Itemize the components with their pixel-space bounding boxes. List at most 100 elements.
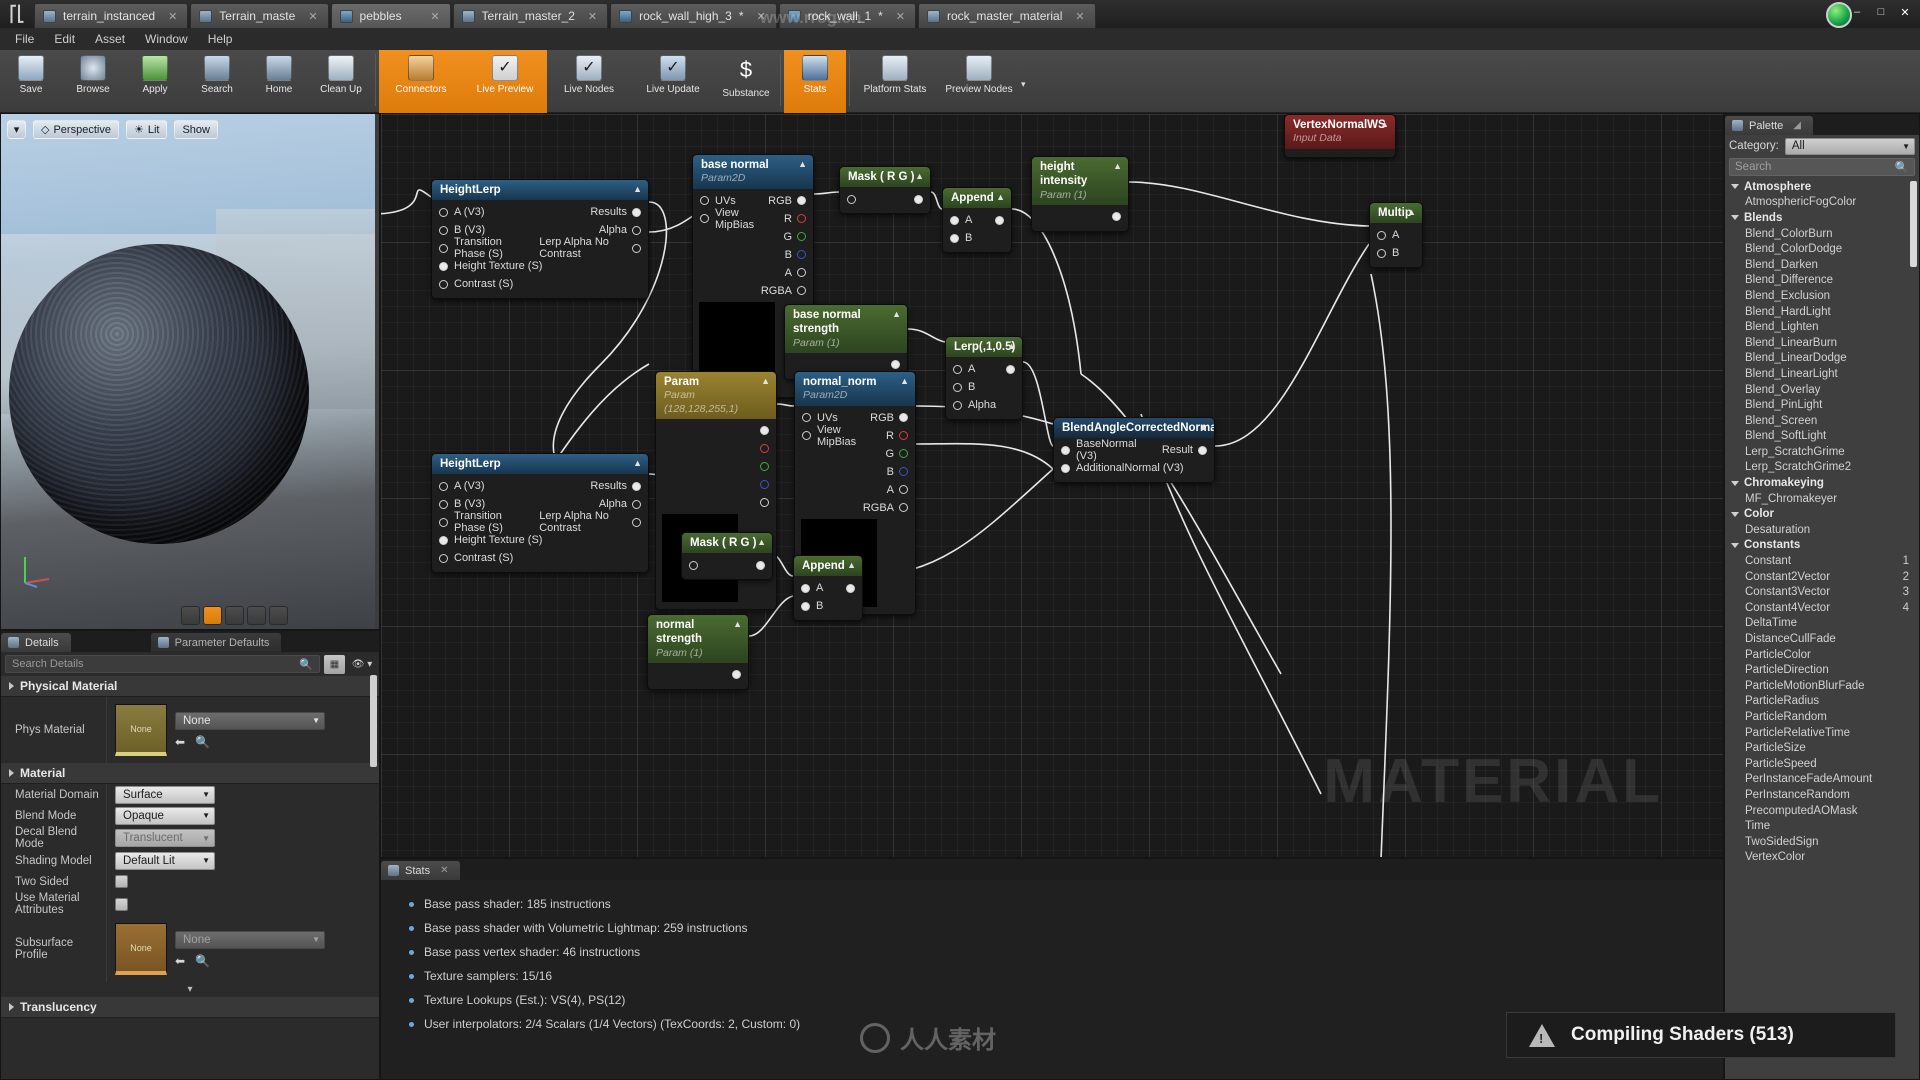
asset-tab-3[interactable]: Terrain_master_2 ✕ — [452, 3, 609, 28]
output-pin[interactable] — [891, 360, 900, 370]
input-pin[interactable] — [439, 207, 448, 217]
palette-item[interactable]: Desaturation — [1725, 522, 1919, 538]
viewport-toolbar[interactable]: ▾ ◇ Perspective ☀ Lit Show — [7, 120, 218, 139]
preview-viewport[interactable]: ▾ ◇ Perspective ☀ Lit Show — [0, 113, 380, 630]
menu-window[interactable]: Window — [136, 30, 197, 48]
output-pin[interactable] — [797, 196, 806, 205]
output-pin[interactable] — [1006, 364, 1015, 374]
output-pin[interactable] — [797, 268, 806, 277]
details-section-physical-material[interactable]: Physical Material — [1, 676, 379, 697]
node-header[interactable]: ▲ base normal Param2D — [693, 155, 813, 189]
input-pin[interactable] — [953, 400, 962, 410]
palette-item[interactable]: PerInstanceFadeAmount — [1725, 772, 1919, 788]
node-header[interactable]: ▲ Append — [794, 556, 862, 577]
toolbar-home-button[interactable]: Home — [248, 50, 310, 113]
palette-item[interactable]: TwoSidedSign — [1725, 834, 1919, 850]
input-pin[interactable] — [439, 225, 448, 235]
palette-item[interactable]: Constant4Vector 4 — [1725, 600, 1919, 616]
node-header[interactable]: ▲ Multip — [1370, 203, 1422, 224]
palette-item[interactable]: Blend_Overlay — [1725, 382, 1919, 398]
toolbar-overflow-caret-icon[interactable]: ▾ — [1021, 79, 1026, 90]
palette-item[interactable]: ParticleRadius — [1725, 694, 1919, 710]
output-pin[interactable] — [1198, 445, 1207, 455]
close-icon[interactable]: ✕ — [890, 10, 905, 23]
input-pin[interactable] — [802, 431, 811, 440]
palette-item[interactable]: Blend_Screen — [1725, 413, 1919, 429]
tab-stats[interactable]: Stats ✕ — [381, 861, 461, 880]
palette-category-select[interactable]: All ▼ — [1784, 137, 1915, 155]
node-collapse-icon[interactable]: ▲ — [847, 560, 856, 571]
close-icon[interactable]: ✕ — [162, 10, 177, 23]
details-expand-more-button[interactable]: ▾ — [1, 982, 379, 997]
palette-item[interactable]: Blend_LinearDodge — [1725, 351, 1919, 367]
palette-item[interactable]: Constant2Vector 2 — [1725, 569, 1919, 585]
palette-group-color[interactable]: Color — [1725, 506, 1919, 522]
palette-item[interactable]: Blend_Difference — [1725, 273, 1919, 289]
node-collapse-icon[interactable]: ▲ — [757, 537, 766, 548]
asset-thumbnail[interactable]: None — [115, 923, 167, 975]
palette-list[interactable]: Atmosphere AtmosphericFogColor Blends Blend… — [1725, 179, 1919, 1059]
palette-item[interactable]: Constant3Vector 3 — [1725, 584, 1919, 600]
input-pin[interactable] — [802, 413, 811, 422]
graph-node-multiply[interactable]: ▲ Multip A B — [1369, 202, 1423, 269]
graph-node-blend-angle[interactable]: ▲ BlendAngleCorrectedNormals BaseNormal (V… — [1053, 417, 1215, 484]
palette-item[interactable]: ParticleMotionBlurFade — [1725, 678, 1919, 694]
node-collapse-icon[interactable]: ▲ — [915, 171, 924, 182]
minimize-button[interactable]: – — [1846, 3, 1868, 21]
browse-to-asset-icon[interactable]: 🔍 — [195, 954, 210, 968]
toolbar-apply-button[interactable]: Apply — [124, 50, 186, 113]
output-pin[interactable] — [1112, 212, 1121, 222]
node-header[interactable]: ▲ height intensity Param (1) — [1032, 157, 1128, 205]
palette-item[interactable]: DistanceCullFade — [1725, 631, 1919, 647]
palette-item[interactable]: Constant 1 — [1725, 553, 1919, 569]
use-selected-icon[interactable]: ⬅ — [175, 954, 185, 968]
details-combo-material-domain[interactable]: Surface ▼ — [115, 785, 215, 804]
details-search-row[interactable]: Search Details 🔍 ▦ 👁 ▾ — [1, 652, 379, 676]
node-collapse-icon[interactable]: ▲ — [996, 192, 1005, 203]
maximize-button[interactable]: □ — [1870, 3, 1892, 21]
palette-item[interactable]: DeltaTime — [1725, 616, 1919, 632]
toolbar-live-update-button[interactable]: ✓ Live Update — [631, 50, 715, 113]
graph-node-vertex-normal[interactable]: ▲ VertexNormalWS Input Data — [1284, 114, 1396, 158]
output-pin[interactable] — [760, 426, 769, 436]
asset-tab-2[interactable]: pebbles ✕ — [330, 3, 451, 28]
node-header[interactable]: ▲ Param Param (128,128,255,1) — [656, 372, 776, 419]
node-header[interactable]: ▲ normal strength Param (1) — [648, 615, 748, 663]
palette-item[interactable]: Blend_ColorDodge — [1725, 241, 1919, 257]
palette-item[interactable]: ParticleSpeed — [1725, 756, 1919, 772]
close-button[interactable]: ✕ — [1894, 3, 1916, 21]
graph-node-mask-rg-2[interactable]: ▲ Mask ( R G ) — [681, 532, 773, 581]
output-pin[interactable] — [899, 449, 908, 458]
output-pin[interactable] — [760, 498, 769, 508]
tab-palette[interactable]: Palette ◢ — [1725, 116, 1813, 135]
details-checkbox-use-material-attributes[interactable] — [115, 897, 128, 911]
palette-item[interactable]: Blend_LinearBurn — [1725, 335, 1919, 351]
details-search-input[interactable]: Search Details 🔍 — [5, 655, 320, 673]
asset-tab-4[interactable]: rock_wall_high_3 * ✕ — [610, 3, 777, 28]
output-pin[interactable] — [760, 444, 769, 454]
asset-thumbnail[interactable]: None — [115, 704, 167, 756]
material-graph-canvas[interactable]: ▲ HeightLerp A (V3) Results B (V3) Alpha Trans… — [380, 113, 1724, 858]
graph-node-normal-strength[interactable]: ▲ normal strength Param (1) — [647, 614, 749, 690]
input-pin[interactable] — [953, 382, 962, 392]
palette-item[interactable]: PerInstanceRandom — [1725, 787, 1919, 803]
input-pin[interactable] — [689, 560, 698, 570]
details-combo-decal-blend-mode[interactable]: Translucent ▼ — [115, 829, 215, 847]
output-pin[interactable] — [632, 243, 641, 253]
preview-shape-cube-button[interactable] — [247, 606, 266, 625]
palette-item[interactable]: Blend_Darken — [1725, 257, 1919, 273]
palette-group-constants[interactable]: Constants — [1725, 538, 1919, 554]
output-pin[interactable] — [899, 467, 908, 476]
details-grid-view-button[interactable]: ▦ — [324, 654, 345, 674]
output-pin[interactable] — [632, 481, 641, 491]
output-pin[interactable] — [797, 232, 806, 241]
input-pin[interactable] — [439, 553, 448, 563]
output-pin[interactable] — [632, 207, 641, 217]
asset-tab-1[interactable]: Terrain_maste ✕ — [190, 3, 329, 28]
main-toolbar[interactable]: Save Browse Apply Search Home Clean Up Connect… — [0, 50, 1920, 113]
input-pin[interactable] — [950, 215, 959, 225]
node-header[interactable]: ▲ Mask ( R G ) — [840, 167, 930, 188]
preview-shape-custom-button[interactable] — [269, 606, 288, 625]
graph-node-mask-rg-1[interactable]: ▲ Mask ( R G ) — [839, 166, 931, 215]
input-pin[interactable] — [801, 601, 810, 611]
